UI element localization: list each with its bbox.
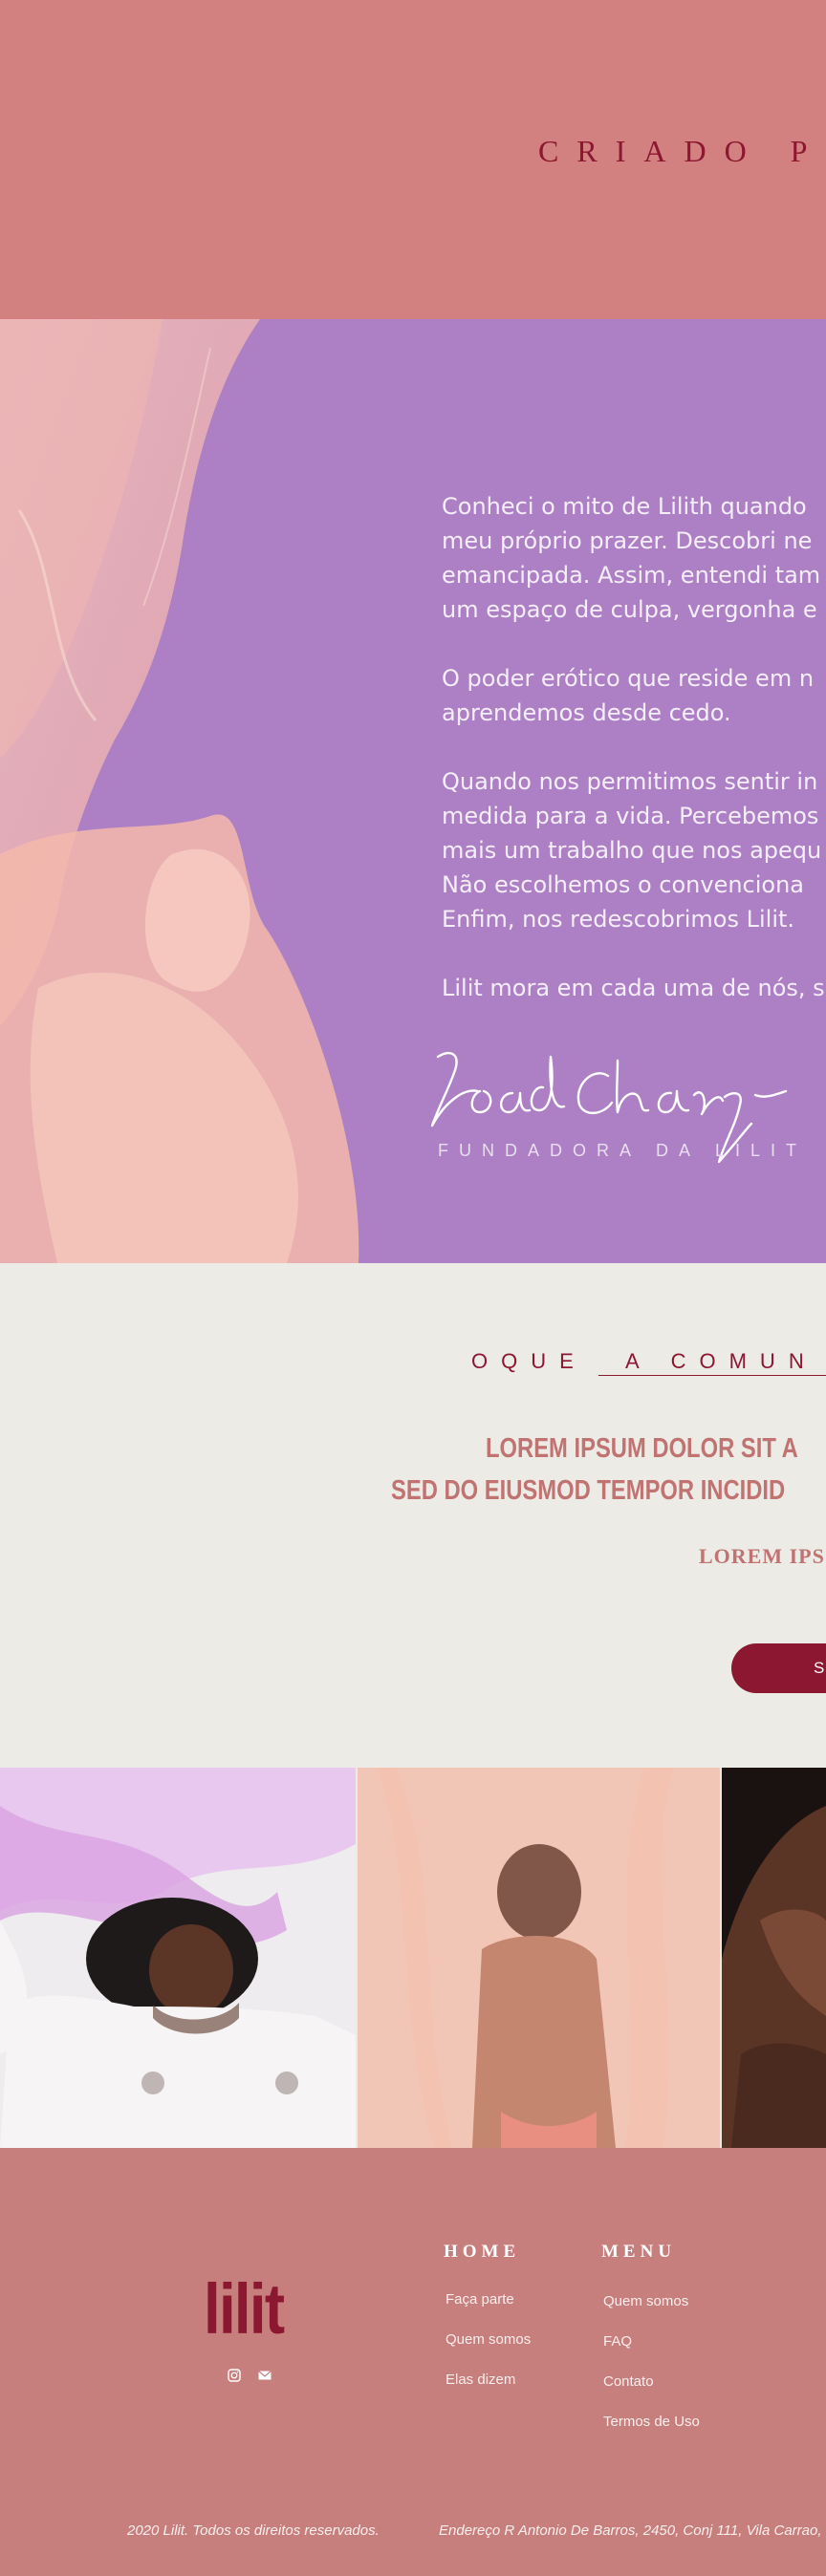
story-paragraph-4: Lilit mora em cada uma de nós, s [442,975,825,1001]
footer-column-home-title: HOME [444,2242,521,2262]
community-cta-button[interactable]: S [731,1643,826,1693]
instagram-icon[interactable] [228,2369,241,2382]
photo-woman-white-shirt [0,1768,356,2148]
story-paragraph-2: O poder erótico que reside em n aprendem… [442,665,815,726]
story-text: Conheci o mito de Lilith quando meu próp… [442,489,826,1040]
footer-link-quem-somos-menu[interactable]: Quem somos [603,2293,688,2309]
photo-woman-shoulder [722,1768,826,2148]
pink-fabric-image [0,319,359,1263]
story-paragraph-1: Conheci o mito de Lilith quando meu próp… [442,493,821,623]
footer-link-contato[interactable]: Contato [603,2373,654,2390]
footer-link-faq[interactable]: FAQ [603,2333,632,2350]
footer-link-faca-parte[interactable]: Faça parte [446,2291,514,2308]
mail-icon[interactable] [258,2369,272,2382]
founder-story-section: Conheci o mito de Lilith quando meu próp… [0,319,826,1263]
site-footer: lilit HOME Faça parte Quem somos Elas di… [0,2148,826,2576]
footer-link-elas-dizem[interactable]: Elas dizem [446,2372,515,2388]
brand-logo[interactable]: lilit [204,2274,285,2345]
community-heading-line2: SED DO EIUSMOD TEMPOR INCIDID [391,1475,786,1506]
photo-strip [0,1768,826,2148]
community-heading-line1: LOREM IPSUM DOLOR SIT A [486,1433,798,1464]
copyright-text: 2020 Lilit. Todos os direitos reservados… [127,2522,380,2539]
footer-link-termos-de-uso[interactable]: Termos de Uso [603,2414,700,2430]
footer-column-menu-title: MENU [601,2242,677,2262]
story-paragraph-3: Quando nos permitimos sentir in medida p… [442,768,822,933]
title-underline [598,1375,826,1376]
header-band: CRIADO P [0,0,826,319]
community-title: OQUE A COMUN [471,1349,817,1373]
address-text: Endereço R Antonio De Barros, 2450, Conj… [439,2522,822,2539]
footer-link-quem-somos[interactable]: Quem somos [446,2331,531,2348]
page-title: CRIADO P [538,134,826,168]
founder-label: FUNDADORA DA LILIT [438,1141,808,1160]
community-section: OQUE A COMUN LOREM IPSUM DOLOR SIT A SED… [0,1263,826,1768]
community-subheading: LOREM IPS [699,1544,825,1568]
photo-woman-peach-fabric [358,1768,720,2148]
